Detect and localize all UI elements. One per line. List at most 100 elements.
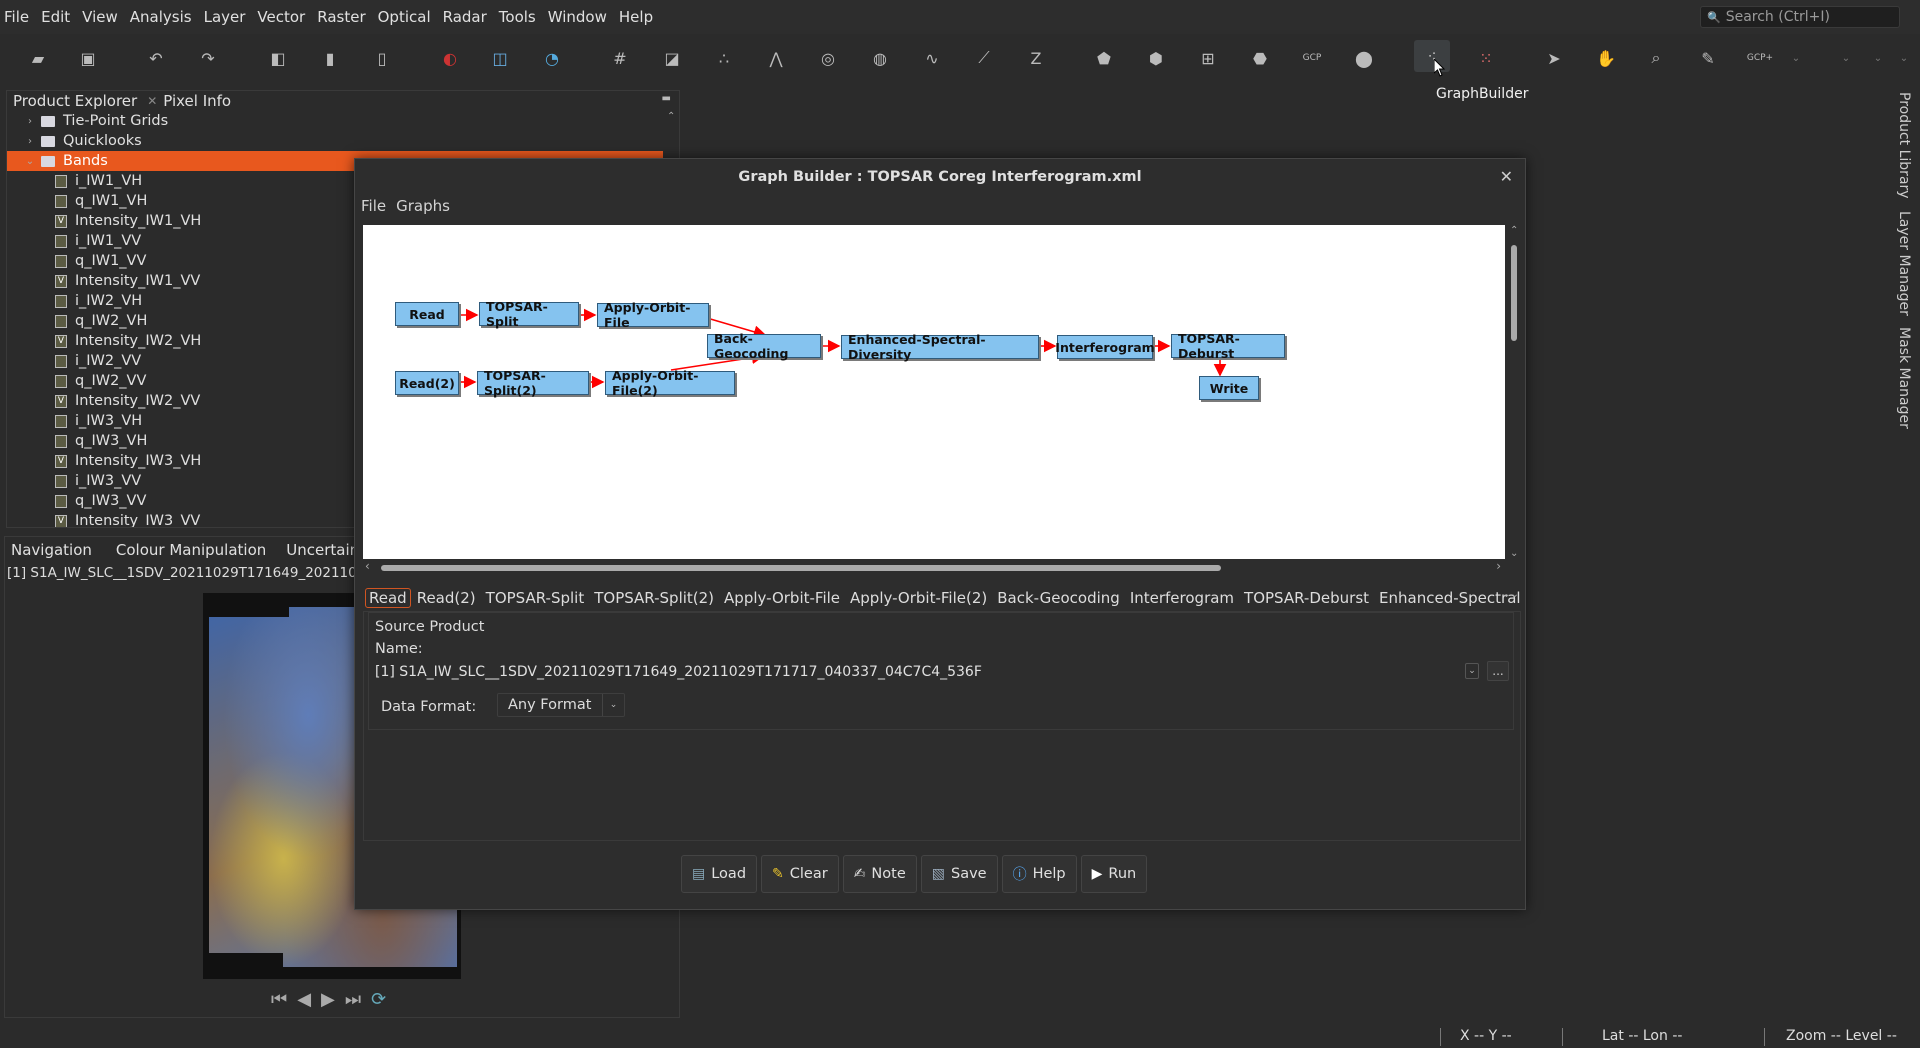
tab-apply-orbit-file-2[interactable]: Apply-Orbit-File(2) — [846, 589, 991, 607]
side-tab-product-library[interactable]: Product Library — [1896, 92, 1912, 199]
world-view-icon[interactable]: ◔ — [538, 44, 566, 72]
pin-tool-icon[interactable]: ⬣ — [1246, 44, 1274, 72]
chevron-down-icon[interactable]: ⌄ — [1890, 44, 1918, 72]
tab-apply-orbit-file[interactable]: Apply-Orbit-File — [720, 589, 844, 607]
menu-edit[interactable]: Edit — [41, 8, 70, 26]
zoom-tool-icon[interactable]: ⌕ — [1642, 44, 1670, 72]
batch-processing-icon[interactable]: ⁙ — [1472, 44, 1500, 72]
dialog-title-bar[interactable]: Graph Builder : TOPSAR Coreg Interferogr… — [355, 159, 1525, 195]
graph-node-enhanced-spectral-diversity[interactable]: Enhanced-Spectral-Diversity — [841, 332, 1039, 362]
graph-node-apply-orbit-file[interactable]: Apply-Orbit-File — [597, 300, 709, 330]
tab-overflow-icon[interactable]: ⌄⌄ — [1502, 589, 1519, 600]
undo-icon[interactable]: ↶ — [142, 44, 170, 72]
tab-pixel-info[interactable]: Pixel Info — [157, 92, 237, 110]
chevron-down-icon[interactable]: ⌄ — [1510, 548, 1518, 559]
tab-enhanced-spectral-diversity[interactable]: Enhanced-Spectral-Diversity — [1375, 589, 1521, 607]
tab-navigation[interactable]: Navigation — [5, 541, 98, 559]
menu-analysis[interactable]: Analysis — [130, 8, 192, 26]
menu-optical[interactable]: Optical — [378, 8, 431, 26]
menu-layer[interactable]: Layer — [204, 8, 246, 26]
graph-horizontal-scrollbar[interactable]: ‹ › — [363, 559, 1505, 575]
menu-help[interactable]: Help — [619, 8, 653, 26]
grid-tool-icon[interactable]: ⊞ — [1194, 44, 1222, 72]
side-tab-mask-manager[interactable]: Mask Manager — [1896, 327, 1912, 429]
run-button[interactable]: ▶ Run — [1080, 855, 1148, 893]
tab-read-2[interactable]: Read(2) — [413, 589, 480, 607]
band-maths-icon[interactable]: ◧ — [264, 44, 292, 72]
graph-node-back-geocoding[interactable]: Back-Geocoding — [707, 331, 821, 361]
redo-icon[interactable]: ↷ — [194, 44, 222, 72]
range-finder-icon[interactable]: ⬤ — [1350, 44, 1378, 72]
merge-icon[interactable]: ▯ — [368, 44, 396, 72]
dialog-menu-graphs[interactable]: Graphs — [396, 197, 450, 215]
chevron-down-icon[interactable]: ⌄ — [1864, 44, 1892, 72]
source-product-select[interactable]: [1] S1A_IW_SLC__1SDV_20211029T171649_202… — [375, 661, 1479, 683]
layers-icon[interactable]: ◫ — [486, 44, 514, 72]
open-product-icon[interactable]: ▰ — [24, 44, 52, 72]
pin-placing-icon[interactable]: ✎ — [1694, 44, 1722, 72]
time-series-icon[interactable]: ∿ — [918, 44, 946, 72]
polygon-tool-icon[interactable]: ⬟ — [1090, 44, 1118, 72]
menu-vector[interactable]: Vector — [257, 8, 305, 26]
menu-view[interactable]: View — [82, 8, 118, 26]
scrollbar-thumb[interactable] — [381, 565, 1221, 571]
menu-raster[interactable]: Raster — [317, 8, 365, 26]
tab-topsar-deburst[interactable]: TOPSAR-Deburst — [1240, 589, 1373, 607]
scatter-icon[interactable]: ∴ — [710, 44, 738, 72]
correlative-icon[interactable]: ⟋ — [970, 44, 998, 72]
side-tab-layer-manager[interactable]: Layer Manager — [1896, 211, 1912, 316]
menu-file[interactable]: File — [4, 8, 29, 26]
chevron-left-icon[interactable]: ‹ — [365, 559, 370, 573]
chevron-right-icon[interactable]: › — [1496, 559, 1501, 573]
menu-tools[interactable]: Tools — [499, 8, 536, 26]
graph-node-topsar-split[interactable]: TOPSAR-Split — [479, 299, 579, 329]
tree-node-tie-point-grids[interactable]: › Tie-Point Grids — [7, 111, 679, 131]
graph-vertical-scrollbar[interactable]: ⌃ ⌄ — [1507, 225, 1521, 559]
tab-read[interactable]: Read — [365, 588, 411, 608]
grid-icon[interactable]: # — [606, 44, 634, 72]
tree-node-quicklooks[interactable]: › Quicklooks — [7, 131, 679, 151]
tab-product-explorer[interactable]: Product Explorer — [7, 92, 143, 110]
load-button[interactable]: ▤ Load — [681, 855, 758, 893]
select-tool-icon[interactable]: ➤ — [1540, 44, 1568, 72]
save-button[interactable]: ▧ Save — [920, 855, 998, 893]
dialog-menu-file[interactable]: File — [361, 197, 386, 215]
graph-node-topsar-split-2[interactable]: TOPSAR-Split(2) — [477, 368, 589, 398]
previous-icon[interactable]: ◀ — [297, 989, 311, 1010]
tab-colour-manipulation[interactable]: Colour Manipulation — [110, 541, 272, 559]
pan-tool-icon[interactable]: ✋ — [1592, 44, 1620, 72]
tab-interferogram[interactable]: Interferogram — [1126, 589, 1238, 607]
subset-icon[interactable]: ▮ — [316, 44, 344, 72]
menu-radar[interactable]: Radar — [443, 8, 487, 26]
last-frame-icon[interactable]: ⏭ — [345, 989, 361, 1010]
data-format-select[interactable]: Any Format ⌄ — [497, 693, 625, 717]
z-icon[interactable]: Z — [1022, 44, 1050, 72]
first-frame-icon[interactable]: ⏮ — [271, 989, 287, 1010]
graph-node-apply-orbit-file-2[interactable]: Apply-Orbit-File(2) — [605, 368, 735, 398]
tab-topsar-split-2[interactable]: TOPSAR-Split(2) — [590, 589, 718, 607]
note-button[interactable]: ✍ Note — [842, 855, 917, 893]
histogram-icon[interactable]: ◪ — [658, 44, 686, 72]
graph-node-interferogram[interactable]: Interferogram — [1055, 335, 1155, 359]
chevron-down-icon[interactable]: ⌄ — [1832, 44, 1860, 72]
profile-icon[interactable]: ⋀ — [762, 44, 790, 72]
scrollbar-thumb[interactable] — [1511, 245, 1517, 341]
menu-window[interactable]: Window — [548, 8, 607, 26]
gcp-tool-icon[interactable]: GCP — [1298, 44, 1326, 72]
tab-topsar-split[interactable]: TOPSAR-Split — [482, 589, 589, 607]
graph-node-read-2[interactable]: Read(2) — [395, 371, 459, 395]
chevron-down-icon[interactable]: ⌄ — [1782, 44, 1810, 72]
rgb-image-icon[interactable]: ◐ — [436, 44, 464, 72]
browse-button[interactable]: ... — [1487, 661, 1509, 681]
save-product-icon[interactable]: ▣ — [74, 44, 102, 72]
spectrum-icon[interactable]: ◍ — [866, 44, 894, 72]
gcp-placing-icon[interactable]: GCP+ — [1746, 44, 1774, 72]
tab-back-geocoding[interactable]: Back-Geocoding — [993, 589, 1124, 607]
sync-icon[interactable]: ⟳ — [371, 989, 386, 1010]
close-icon[interactable]: ✕ — [147, 94, 157, 108]
minimize-icon[interactable]: ▬ — [662, 93, 671, 104]
mask-tool-icon[interactable]: ⬢ — [1142, 44, 1170, 72]
graph-node-read[interactable]: Read — [395, 302, 459, 326]
graph-canvas[interactable]: Read TOPSAR-Split Apply-Orbit-File Read(… — [363, 225, 1505, 559]
chevron-up-icon[interactable]: ⌃ — [1510, 225, 1518, 236]
